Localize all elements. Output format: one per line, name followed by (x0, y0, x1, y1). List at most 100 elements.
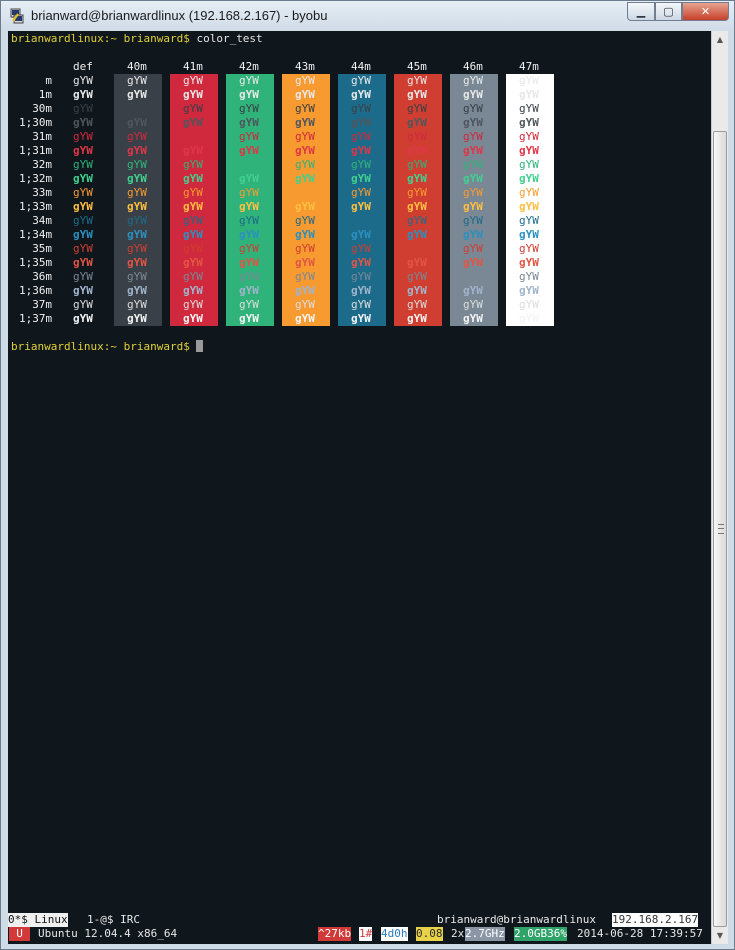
sample-30m-43m: gYW (295, 102, 315, 115)
sample-32m-41m: gYW (183, 158, 203, 171)
sample-m-44m: gYW (351, 74, 371, 87)
scroll-up-arrow-icon[interactable]: ▲ (712, 31, 728, 48)
sample-1m-47m: gYW (519, 88, 539, 101)
scrollbar-thumb[interactable] (713, 131, 727, 927)
sample-m-46m: gYW (463, 74, 483, 87)
prompt-host: brianwardlinux:~ (11, 340, 117, 353)
sample-1;30m-44m: gYW (351, 116, 371, 129)
sample-1;36m-45m: gYW (407, 284, 427, 297)
terminal-output[interactable]: brianwardlinux:~ brianward$ color_test d… (8, 31, 711, 944)
sample-1;37m-40m: gYW (127, 312, 147, 325)
sample-30m-44m: gYW (351, 102, 371, 115)
sample-34m-47m: gYW (519, 214, 539, 227)
sample-1;32m-43m: gYW (295, 172, 315, 185)
grip-icon (718, 524, 724, 534)
distro-info: Ubuntu 12.04.4 x86_64 (38, 927, 178, 940)
column-header-44m: 44m (351, 60, 371, 73)
scroll-down-arrow-icon[interactable]: ▼ (712, 927, 728, 944)
sample-m-45m: gYW (407, 74, 427, 87)
sample-1;33m-45m: gYW (407, 200, 427, 213)
sample-1;32m-41m: gYW (183, 172, 203, 185)
minimize-button[interactable]: ▁ (627, 2, 655, 21)
sample-1m-44m: gYW (351, 88, 371, 101)
sample-1m-46m: gYW (463, 88, 483, 101)
sample-32m-40m: gYW (127, 158, 147, 171)
sample-32m-43m: gYW (295, 158, 315, 171)
cpu-count: 2x (451, 927, 465, 940)
terminal-window: brianward@brianwardlinux (192.168.2.167)… (0, 0, 735, 950)
window-tab-irc[interactable]: 1-@$ IRC (87, 913, 140, 927)
sample-31m-46m: gYW (463, 130, 483, 143)
sample-1;30m-def: gYW (73, 116, 93, 129)
sample-30m-47m: gYW (519, 102, 539, 115)
sample-m-47m: gYW (519, 74, 539, 87)
sample-1;32m-40m: gYW (127, 172, 147, 185)
sample-1;34m-45m: gYW (407, 228, 427, 241)
sample-31m-45m: gYW (407, 130, 427, 143)
sample-32m-45m: gYW (407, 158, 427, 171)
sample-1;30m-42m: gYW (239, 116, 259, 129)
command-line: brianwardlinux:~ brianward$ color_test (11, 32, 263, 46)
load-average: 0.08 (416, 927, 443, 941)
sample-33m-def: gYW (73, 186, 93, 199)
sample-m-41m: gYW (183, 74, 203, 87)
sample-1;30m-45m: gYW (407, 116, 427, 129)
sample-30m-40m: gYW (127, 102, 147, 115)
sample-36m-40m: gYW (127, 270, 147, 283)
column-header-40m: 40m (127, 60, 147, 73)
sample-m-def: gYW (73, 74, 93, 87)
sample-35m-43m: gYW (295, 242, 315, 255)
title-bar[interactable]: brianward@brianwardlinux (192.168.2.167)… (1, 1, 734, 31)
column-header-46m: 46m (463, 60, 483, 73)
sample-35m-41m: gYW (183, 242, 203, 255)
sample-32m-47m: gYW (519, 158, 539, 171)
close-button[interactable]: ✕ (682, 2, 729, 21)
sample-1;31m-42m: gYW (239, 144, 259, 157)
sample-37m-44m: gYW (351, 298, 371, 311)
sample-1;36m-42m: gYW (239, 284, 259, 297)
sample-1m-42m: gYW (239, 88, 259, 101)
maximize-button[interactable]: ▢ (655, 2, 682, 21)
sample-1;30m-43m: gYW (295, 116, 315, 129)
sample-1;32m-44m: gYW (351, 172, 371, 185)
sample-31m-40m: gYW (127, 130, 147, 143)
prompt-user: brianward$ (123, 340, 190, 353)
ip-address: 192.168.2.167 (612, 913, 699, 927)
sample-32m-42m: gYW (239, 158, 259, 171)
sample-1;30m-47m: gYW (519, 116, 539, 129)
sample-32m-def: gYW (73, 158, 93, 171)
sample-1;31m-40m: gYW (127, 144, 147, 157)
sample-1;34m-40m: gYW (127, 228, 147, 241)
vertical-scrollbar[interactable]: ▲ ▼ (711, 31, 728, 944)
sample-1m-45m: gYW (407, 88, 427, 101)
sample-35m-40m: gYW (127, 242, 147, 255)
sample-37m-47m: gYW (519, 298, 539, 311)
sample-1;34m-41m: gYW (183, 228, 203, 241)
sample-1;30m-46m: gYW (463, 116, 483, 129)
sample-1;35m-46m: gYW (463, 256, 483, 269)
sample-1;36m-43m: gYW (295, 284, 315, 297)
putty-icon (10, 8, 24, 24)
sample-33m-43m: gYW (295, 186, 315, 199)
sample-37m-43m: gYW (295, 298, 315, 311)
sample-1;31m-43m: gYW (295, 144, 315, 157)
sample-36m-41m: gYW (183, 270, 203, 283)
column-header-43m: 43m (295, 60, 315, 73)
sample-1;32m-42m: gYW (239, 172, 259, 185)
window-tab-linux[interactable]: 0*$ Linux (8, 913, 68, 927)
sample-1;37m-44m: gYW (351, 312, 371, 325)
sample-1;34m-def: gYW (73, 228, 93, 241)
sample-1;36m-46m: gYW (463, 284, 483, 297)
ubuntu-badge: U (9, 927, 30, 941)
sample-1;30m-41m: gYW (183, 116, 203, 129)
sample-31m-43m: gYW (295, 130, 315, 143)
sample-36m-47m: gYW (519, 270, 539, 283)
sample-30m-46m: gYW (463, 102, 483, 115)
row-label-m: m (45, 74, 53, 87)
sample-36m-46m: gYW (463, 270, 483, 283)
sample-m-42m: gYW (239, 74, 259, 87)
sample-33m-40m: gYW (127, 186, 147, 199)
sample-1m-41m: gYW (183, 88, 203, 101)
sample-1;35m-40m: gYW (127, 256, 147, 269)
sample-1;32m-45m: gYW (407, 172, 427, 185)
